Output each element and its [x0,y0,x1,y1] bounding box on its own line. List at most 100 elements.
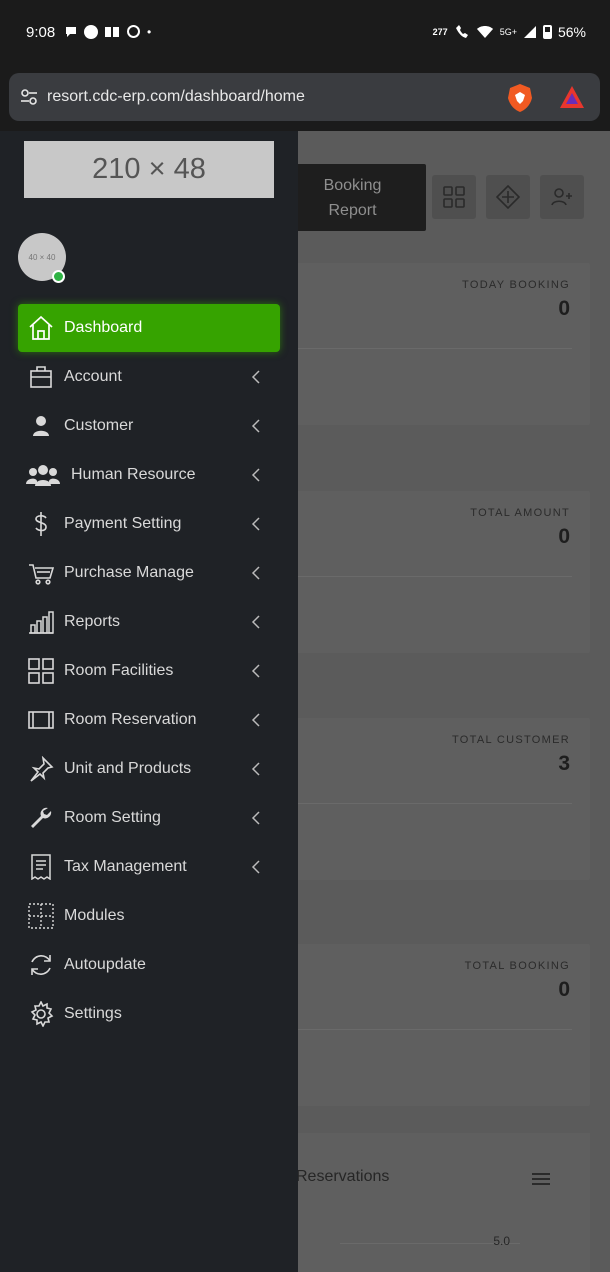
apps-button[interactable] [432,175,476,219]
sidebar-item-label: Autoupdate [64,956,146,973]
sidebar-item-customer[interactable]: Customer [18,402,280,450]
stat-label: TOTAL CUSTOMER [451,734,570,746]
chevron-left-icon [251,860,260,874]
stat-label: TOTAL BOOKING [464,960,570,972]
reservations-card: Reservations 5.0 [280,1133,590,1272]
sidebar-item-label: Account [64,368,122,385]
stat-value: 3 [558,752,570,775]
wrench-icon [31,807,52,828]
booking-report-button[interactable]: Booking Report [279,164,426,231]
fullscreen-button[interactable] [486,175,530,219]
apps-grid-icon [443,186,465,208]
chevron-left-icon [251,419,260,433]
openai-icon [127,25,140,38]
data-rate: 277 [432,27,448,37]
sidebar-item-label: Room Reservation [64,711,197,728]
sidebar-item-label: Unit and Products [64,760,192,777]
chevron-left-icon [251,468,260,482]
sidebar-item-account[interactable]: Account [18,353,280,401]
stat-card-total-amount: TOTAL AMOUNT 0 [280,491,590,653]
book-icon [105,26,119,37]
axis-tick-label: 5.0 [493,1234,510,1248]
grid-icon [28,658,54,684]
bar-chart-icon [29,611,54,634]
logo-placeholder[interactable]: 210 × 48 [24,141,274,198]
circle-icon [84,24,98,39]
add-user-icon [551,188,572,206]
move-icon [496,185,520,209]
online-status-dot [52,270,65,283]
sidebar-item-payment-setting[interactable]: Payment Setting [18,500,280,548]
stat-card-total-booking: TOTAL BOOKING 0 [280,944,590,1106]
sidebar-item-label: Payment Setting [64,515,182,532]
status-time: 9:08 [26,24,56,41]
sidebar-item-label: Reports [64,613,121,630]
brave-shield-icon[interactable] [506,83,534,113]
pin-icon [30,756,54,782]
chevron-left-icon [251,517,260,531]
sidebar-item-label: Human Resource [71,466,196,483]
sidebar-item-label: Purchase Manage [64,564,194,581]
sidebar-item-room-reservation[interactable]: Room Reservation [18,696,280,744]
wifi-call-icon [455,25,468,38]
sidebar-item-modules[interactable]: Modules [18,892,280,940]
sync-icon [31,955,51,975]
chevron-left-icon [251,664,260,678]
modules-icon [28,903,54,929]
sidebar-item-label: Modules [64,907,125,924]
stat-card-today-booking: TODAY BOOKING 0 [280,263,590,425]
address-bar[interactable]: resort.cdc-erp.com/dashboard/home [9,73,600,121]
sidebar-item-label: Settings [64,1005,122,1022]
stat-label: TOTAL AMOUNT [470,507,570,519]
user-icon [33,416,49,436]
battery-level: 56% [557,24,586,40]
users-icon [26,465,60,486]
dot-icon: • [147,24,152,39]
sidebar-item-tax-management[interactable]: Tax Management [18,843,280,891]
site-settings-icon[interactable] [19,87,39,107]
stat-label: TODAY BOOKING [462,279,570,291]
add-user-button[interactable] [540,175,584,219]
sidebar-item-label: Customer [64,417,134,434]
chat-icon [66,26,76,37]
chevron-left-icon [251,811,260,825]
signal-icon [523,26,536,38]
network-type: 5G+ [499,27,517,37]
receipt-icon [31,854,51,880]
briefcase-icon [30,366,52,388]
sidebar-item-human-resource[interactable]: Human Resource [18,451,280,499]
cart-icon [29,564,54,585]
sidebar-item-reports[interactable]: Reports [18,598,280,646]
url-text[interactable]: resort.cdc-erp.com/dashboard/home [47,88,305,106]
sidebar-item-label: Tax Management [64,858,187,875]
sidebar-item-label: Room Facilities [64,662,174,679]
sidebar-item-dashboard[interactable]: Dashboard [18,304,280,352]
sidebar-item-room-setting[interactable]: Room Setting [18,794,280,842]
stat-card-total-customer: TOTAL CUSTOMER 3 [280,718,590,880]
sidebar-item-settings[interactable]: Settings [18,990,280,1038]
battery-icon [542,25,552,39]
reservation-icon [28,711,54,729]
sidebar-item-label: Dashboard [64,319,143,336]
bat-rewards-icon[interactable] [558,84,586,110]
home-icon [29,315,53,340]
chevron-left-icon [251,370,260,384]
sidebar-item-label: Room Setting [64,809,161,826]
sidebar-item-room-facilities[interactable]: Room Facilities [18,647,280,695]
menu-icon[interactable] [532,1173,550,1185]
sidebar-item-autoupdate[interactable]: Autoupdate [18,941,280,989]
sidebar-item-purchase-manage[interactable]: Purchase Manage [18,549,280,597]
stat-value: 0 [558,525,570,548]
reservations-title: Reservations [296,1168,390,1185]
status-bar: 9:08 • 277 5G+ 56% [0,0,610,66]
sidebar: 210 × 48 40 × 40 Dashboard Account Custo… [0,131,298,1272]
chevron-left-icon [251,762,260,776]
chevron-left-icon [251,566,260,580]
wifi-icon [476,26,493,38]
gear-icon [30,1001,54,1027]
chevron-left-icon [251,615,260,629]
system-icons: 277 5G+ 56% [433,24,586,40]
sidebar-item-unit-and-products[interactable]: Unit and Products [18,745,280,793]
chevron-left-icon [251,713,260,727]
dollar-icon [35,512,47,536]
